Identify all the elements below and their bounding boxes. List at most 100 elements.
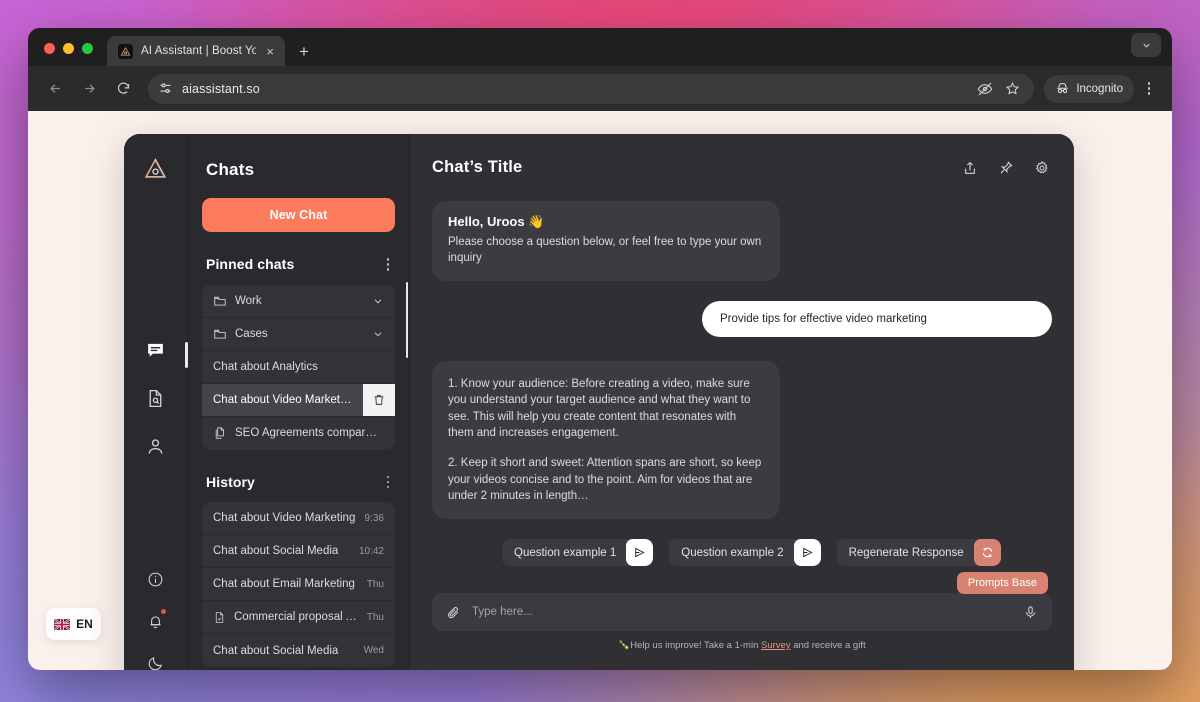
language-badge[interactable]: EN	[46, 608, 101, 640]
refresh-icon[interactable]	[973, 539, 1001, 566]
list-item-time: Wed	[363, 645, 384, 656]
history-header: History	[202, 472, 395, 493]
incognito-profile-button[interactable]: Incognito	[1044, 74, 1134, 103]
maximize-window-button[interactable]	[82, 43, 93, 54]
list-item[interactable]: Commercial proposal Ag… Thu	[202, 601, 395, 634]
message-input[interactable]: Type here...	[472, 606, 1012, 618]
docs-icon	[213, 426, 227, 440]
suggestion-question-2[interactable]: Question example 2	[669, 539, 821, 566]
triangle-eye-logo[interactable]	[143, 156, 168, 181]
history-list: Chat about Video Marketing 9:36 Chat abo…	[202, 502, 395, 667]
suggestion-label: Question example 2	[681, 546, 784, 559]
browser-tabstrip: AI Assistant | Boost Your Prod × +	[28, 28, 1172, 66]
list-item[interactable]: Chat about Video Marketing 9:36	[202, 502, 395, 535]
suggestion-question-1[interactable]: Question example 1	[502, 539, 654, 566]
list-item[interactable]: SEO Agreements compar…	[202, 417, 395, 450]
pinned-chats-label: Pinned chats	[206, 256, 295, 273]
chevron-down-icon[interactable]	[1131, 33, 1161, 57]
list-item-label: Chat about Video Marketing	[213, 512, 356, 524]
pinned-chats-list: Work Cases Chat about Analytics Chat abo…	[202, 284, 395, 450]
notification-badge	[160, 609, 166, 614]
chevron-down-icon[interactable]	[372, 328, 384, 340]
sidebar-item-chats[interactable]	[143, 337, 169, 363]
browser-window: AI Assistant | Boost Your Prod × +	[28, 28, 1172, 670]
list-item-time: 9:36	[364, 512, 384, 524]
address-bar[interactable]: aiassistant.so	[148, 73, 1035, 104]
kebab-menu-icon[interactable]	[1138, 82, 1160, 95]
new-chat-button[interactable]: New Chat	[202, 198, 395, 232]
list-item-label: Chat about Social Media	[213, 644, 339, 657]
paperclip-icon[interactable]	[446, 605, 461, 620]
language-label: EN	[76, 617, 93, 631]
assistant-paragraph-2: 2. Keep it short and sweet: Attention sp…	[448, 457, 762, 502]
window-controls	[28, 43, 107, 66]
list-item-selected[interactable]: Chat about Video Market…	[202, 383, 395, 417]
incognito-label: Incognito	[1076, 82, 1123, 95]
footnote-before: Help us improve! Take a 1-min	[630, 640, 762, 651]
close-window-button[interactable]	[44, 43, 55, 54]
list-item-label: Chat about Analytics	[213, 360, 318, 373]
new-tab-button[interactable]: +	[285, 43, 321, 66]
survey-link[interactable]: Survey	[761, 640, 791, 651]
share-icon[interactable]	[962, 160, 978, 176]
bell-icon[interactable]	[143, 608, 169, 634]
incognito-icon	[1055, 81, 1070, 96]
browser-toolbar: aiassistant.so Incognito	[28, 66, 1172, 111]
user-message-bubble: Provide tips for effective video marketi…	[702, 301, 1052, 338]
list-item-time: Thu	[366, 578, 384, 590]
list-item-time: 10:42	[358, 545, 384, 557]
survey-footnote: 🍾Help us improve! Take a 1-min Survey an…	[410, 640, 1074, 651]
star-icon[interactable]	[1005, 81, 1020, 96]
assistant-paragraph-1: 1. Know your audience: Before creating a…	[448, 378, 751, 440]
message-composer[interactable]: Type here...	[432, 593, 1052, 631]
list-item[interactable]: Work	[202, 285, 395, 318]
list-item[interactable]: Chat about Email Marketing Thu	[202, 568, 395, 601]
suggestion-row: Question example 1 Question example 2 Re…	[502, 539, 1001, 566]
send-icon[interactable]	[793, 539, 821, 566]
gear-icon[interactable]	[1034, 160, 1050, 176]
chat-title: Chat’s Title	[432, 158, 523, 176]
eye-off-icon[interactable]	[977, 81, 993, 97]
list-item-label: Chat about Social Media	[213, 545, 339, 557]
page-title: Chats	[206, 160, 255, 179]
list-item[interactable]: Chat about Social Media Wed	[202, 634, 395, 667]
sidebar-scrollbar[interactable]	[405, 282, 408, 358]
party-emoji: 🍾	[618, 640, 631, 651]
regenerate-response-button[interactable]: Regenerate Response	[836, 539, 1001, 566]
list-item-label: Chat about Video Market…	[213, 393, 352, 406]
assistant-greeting-bubble: Hello, Uroos 👋 Please choose a question …	[432, 201, 780, 282]
list-item[interactable]: Chat about Social Media 10:42	[202, 535, 395, 568]
back-arrow-icon[interactable]	[40, 74, 70, 104]
close-tab-button[interactable]: ×	[264, 45, 276, 58]
sidebar-item-documents[interactable]	[143, 385, 169, 411]
minimize-window-button[interactable]	[63, 43, 74, 54]
list-item-label: Work	[235, 294, 262, 307]
moon-icon[interactable]	[143, 650, 169, 670]
footnote-after: and receive a gift	[790, 640, 866, 651]
pinned-chats-menu-icon[interactable]	[385, 254, 392, 275]
microphone-icon[interactable]	[1023, 605, 1038, 620]
list-item[interactable]: Cases	[202, 318, 395, 351]
sidebar-item-profile[interactable]	[143, 433, 169, 459]
chat-panel: Chat’s Title Hello, Uroos 👋 Please choos…	[410, 134, 1074, 670]
reload-icon[interactable]	[108, 74, 138, 104]
pin-icon[interactable]	[998, 160, 1014, 176]
info-circle-icon[interactable]	[143, 566, 169, 592]
assistant-response-bubble: 1. Know your audience: Before creating a…	[432, 361, 780, 520]
browser-tab[interactable]: AI Assistant | Boost Your Prod ×	[107, 36, 285, 66]
chevron-down-icon[interactable]	[372, 295, 384, 307]
rail-secondary-items	[124, 566, 187, 670]
send-icon[interactable]	[626, 539, 654, 566]
tune-icon[interactable]	[158, 81, 173, 96]
prompts-base-tooltip[interactable]: Prompts Base	[956, 572, 1048, 594]
list-item[interactable]: Chat about Analytics	[202, 351, 395, 384]
chat-header: Chat’s Title	[432, 134, 1052, 177]
greeting-text: Please choose a question below, or feel …	[448, 236, 762, 264]
trash-icon[interactable]	[363, 383, 395, 416]
list-item-time: Thu	[366, 611, 384, 623]
regenerate-label: Regenerate Response	[848, 546, 964, 559]
suggestion-label: Question example 1	[514, 546, 617, 559]
forward-arrow-icon[interactable]	[74, 74, 104, 104]
list-item-label: Cases	[235, 327, 268, 340]
history-menu-icon[interactable]	[385, 472, 392, 493]
